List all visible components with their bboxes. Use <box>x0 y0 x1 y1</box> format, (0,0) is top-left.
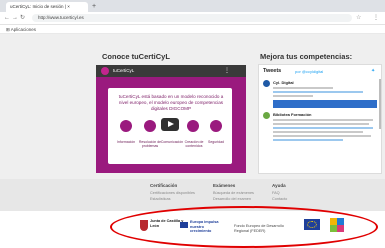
content-creation-competency-icon <box>187 120 199 132</box>
tweet-media[interactable] <box>273 100 377 108</box>
video-player[interactable]: tuCertiCyL ⋮ tuCertiCyL está basado en u… <box>96 65 246 173</box>
video-channel-name: tuCertiCyL <box>113 68 135 73</box>
highlight-ellipse <box>110 206 378 248</box>
security-competency-icon <box>210 120 222 132</box>
footer-link[interactable]: Búsqueda de exámenes <box>213 191 254 195</box>
bookmark-star-icon[interactable]: ☆ <box>356 14 361 22</box>
bookmark-apps[interactable]: ⊞ Aplicaciones <box>6 25 36 34</box>
apps-grid-icon: ⊞ <box>6 27 10 32</box>
footer-link[interactable]: Contacto <box>272 197 287 201</box>
problem-solving-competency-icon <box>144 120 156 132</box>
avatar <box>263 80 270 87</box>
back-icon[interactable]: ← <box>4 14 10 22</box>
timeline-scrollbar[interactable] <box>379 79 381 129</box>
tweet-account[interactable]: Cyl. Digital <box>273 80 294 85</box>
competency-icons: Información Resolución de problemas Comu… <box>114 120 226 148</box>
forward-icon[interactable]: → <box>12 14 18 22</box>
twitter-icon: ✦ <box>371 68 376 74</box>
video-thumbnail-card: tuCertiCyL está basado en un modelo reco… <box>108 88 232 164</box>
browser-menu-icon[interactable]: ⋮ <box>373 14 379 22</box>
footer-col-title: Certificación <box>150 183 178 188</box>
share-icon[interactable]: ⋮ <box>224 65 230 77</box>
footer-link[interactable]: Estadísticas <box>150 197 170 201</box>
tweets-by[interactable]: por @ccyldigital <box>295 69 323 74</box>
footer-link[interactable]: Certificaciones disponibles <box>150 191 195 195</box>
twitter-timeline[interactable]: Tweets por @ccyldigital ✦ Cyl. Digital B… <box>258 64 382 174</box>
bookmark-apps-label: Aplicaciones <box>10 27 37 32</box>
info-competency-icon <box>120 120 132 132</box>
reload-icon[interactable]: ↻ <box>20 14 25 22</box>
tab-title: uCertiCyL: Inicio de sesión | × <box>10 4 70 9</box>
footer-link[interactable]: FAQ <box>272 191 280 195</box>
footer-col-title: Exámenes <box>213 183 236 188</box>
new-tab-button[interactable]: + <box>92 2 96 11</box>
bookmarks-bar <box>0 25 385 34</box>
section-heading-mejora: Mejora tus competencias: <box>260 52 353 61</box>
footer-col-title: Ayuda <box>272 183 286 188</box>
tweet-account[interactable]: Bibliotea Formación <box>273 112 311 117</box>
avatar <box>263 112 270 119</box>
section-heading-conoce: Conoce tuCertiCyL <box>102 52 170 61</box>
competency-label: Seguridad <box>208 140 224 144</box>
footer-link[interactable]: Desarrollo del examen <box>213 197 251 201</box>
channel-logo <box>101 67 109 75</box>
video-title-bar: tuCertiCyL ⋮ <box>96 65 246 77</box>
browser-tab[interactable]: uCertiCyL: Inicio de sesión | × <box>6 2 88 12</box>
video-description: tuCertiCyL está basado en un modelo reco… <box>118 94 224 111</box>
url-text: http://www.tucerticyl.es <box>38 15 84 20</box>
tweets-heading: Tweets <box>263 68 282 74</box>
url-input[interactable]: http://www.tucerticyl.es <box>32 14 352 22</box>
